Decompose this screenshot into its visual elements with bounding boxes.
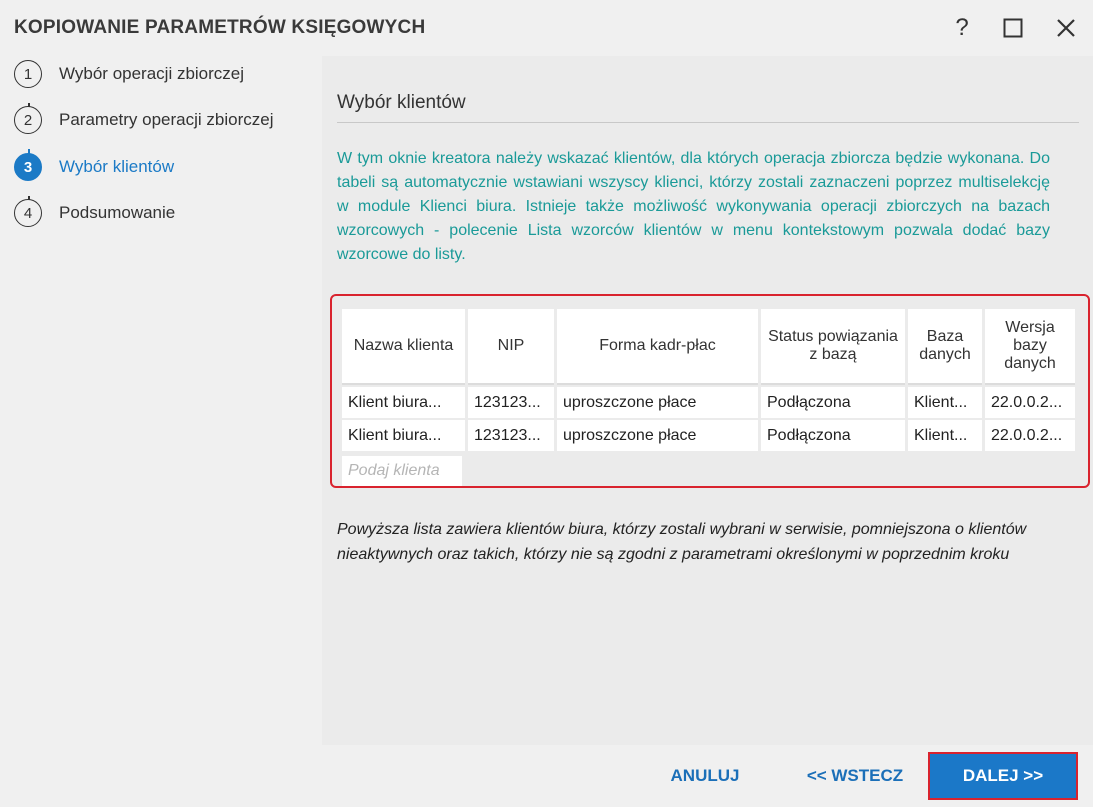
main-panel: Wybór klientów W tym oknie kreatora nale… xyxy=(322,56,1093,745)
step-number: 1 xyxy=(14,60,42,88)
help-button[interactable]: ? xyxy=(944,10,980,46)
cell-nip[interactable]: 123123... xyxy=(468,387,554,420)
wizard-footer: ANULUJ << WSTECZ DALEJ >> xyxy=(0,745,1093,807)
column-header-client-name[interactable]: Nazwa klienta xyxy=(342,309,465,385)
column-header-database[interactable]: Baza danych xyxy=(908,309,982,385)
cancel-button[interactable]: ANULUJ xyxy=(660,763,750,789)
step-item-3[interactable]: 3 Wybór klientów xyxy=(14,151,174,183)
step-number: 3 xyxy=(14,153,42,181)
section-divider xyxy=(337,122,1079,123)
step-number: 4 xyxy=(14,199,42,227)
window-title: KOPIOWANIE PARAMETRÓW KSIĘGOWYCH xyxy=(14,17,426,38)
cell-link-status[interactable]: Podłączona xyxy=(761,387,905,420)
maximize-icon xyxy=(1003,18,1023,38)
step-label: Wybór klientów xyxy=(59,157,175,176)
step-label: Podsumowanie xyxy=(59,203,176,222)
step-label: Wybór operacji zbiorczej xyxy=(59,64,245,83)
maximize-button[interactable] xyxy=(995,10,1031,46)
cell-database[interactable]: Klient... xyxy=(908,420,982,453)
table-row[interactable]: Klient biura... 123123... uproszczone pł… xyxy=(342,420,1075,453)
column-header-payroll-form[interactable]: Forma kadr-płac xyxy=(557,309,758,385)
step-item-2[interactable]: 2 Parametry operacji zbiorczej xyxy=(14,104,273,136)
next-button[interactable]: DALEJ >> xyxy=(928,752,1078,800)
title-bar: KOPIOWANIE PARAMETRÓW KSIĘGOWYCH ? xyxy=(0,0,1093,56)
close-button[interactable] xyxy=(1048,10,1084,46)
cell-link-status[interactable]: Podłączona xyxy=(761,420,905,453)
close-icon xyxy=(1057,19,1075,37)
step-item-4[interactable]: 4 Podsumowanie xyxy=(14,197,175,229)
description-text: W tym oknie kreatora należy wskazać klie… xyxy=(337,150,1050,263)
back-button[interactable]: << WSTECZ xyxy=(795,763,915,789)
cell-db-version[interactable]: 22.0.0.2... xyxy=(985,420,1075,453)
cell-database[interactable]: Klient... xyxy=(908,387,982,420)
cell-client-name[interactable]: Klient biura... xyxy=(342,420,465,453)
cell-client-name[interactable]: Klient biura... xyxy=(342,387,465,420)
info-note: Powyższa lista zawiera klientów biura, k… xyxy=(337,521,1027,563)
wizard-steps: 1 Wybór operacji zbiorczej 2 Parametry o… xyxy=(0,56,320,807)
help-icon: ? xyxy=(955,14,969,41)
clients-table: Nazwa klienta NIP Forma kadr-płac Status… xyxy=(339,309,1078,453)
step-number: 2 xyxy=(14,106,42,134)
cell-payroll-form[interactable]: uproszczone płace xyxy=(557,387,758,420)
table-header-row: Nazwa klienta NIP Forma kadr-płac Status… xyxy=(342,309,1075,385)
step-item-1[interactable]: 1 Wybór operacji zbiorczej xyxy=(14,58,244,90)
cell-nip[interactable]: 123123... xyxy=(468,420,554,453)
column-header-nip[interactable]: NIP xyxy=(468,309,554,385)
column-header-link-status[interactable]: Status powiązania z bazą xyxy=(761,309,905,385)
client-search-input[interactable]: Podaj klienta xyxy=(342,456,462,486)
column-header-db-version[interactable]: Wersja bazy danych xyxy=(985,309,1075,385)
cell-db-version[interactable]: 22.0.0.2... xyxy=(985,387,1075,420)
cell-payroll-form[interactable]: uproszczone płace xyxy=(557,420,758,453)
table-row[interactable]: Klient biura... 123123... uproszczone pł… xyxy=(342,387,1075,420)
step-label: Parametry operacji zbiorczej xyxy=(59,110,274,129)
section-title: Wybór klientów xyxy=(337,92,466,113)
